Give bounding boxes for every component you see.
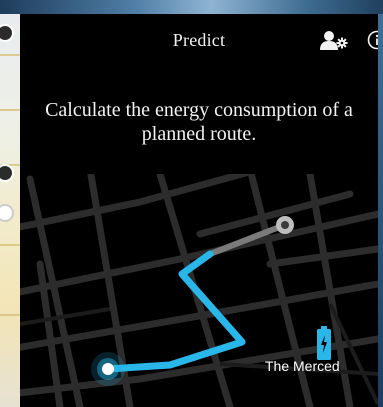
start-marker-icon bbox=[91, 352, 125, 386]
background-map bbox=[0, 14, 20, 407]
video-caption: The Merced bbox=[265, 358, 340, 374]
destination-marker-icon bbox=[276, 216, 294, 234]
map-marker-icon bbox=[0, 204, 14, 222]
battery-icon bbox=[316, 326, 332, 360]
profile-settings-icon[interactable] bbox=[320, 29, 348, 51]
background-edge bbox=[378, 14, 383, 407]
predict-panel: Predict Calculate the energy consumption… bbox=[20, 14, 378, 407]
headline: Calculate the energy consumption of a pl… bbox=[45, 99, 353, 145]
info-icon[interactable] bbox=[366, 29, 378, 51]
header: Predict bbox=[20, 14, 378, 64]
map-pin-icon bbox=[0, 164, 14, 182]
background-banner bbox=[0, 0, 383, 14]
map-pin-icon bbox=[0, 24, 14, 42]
